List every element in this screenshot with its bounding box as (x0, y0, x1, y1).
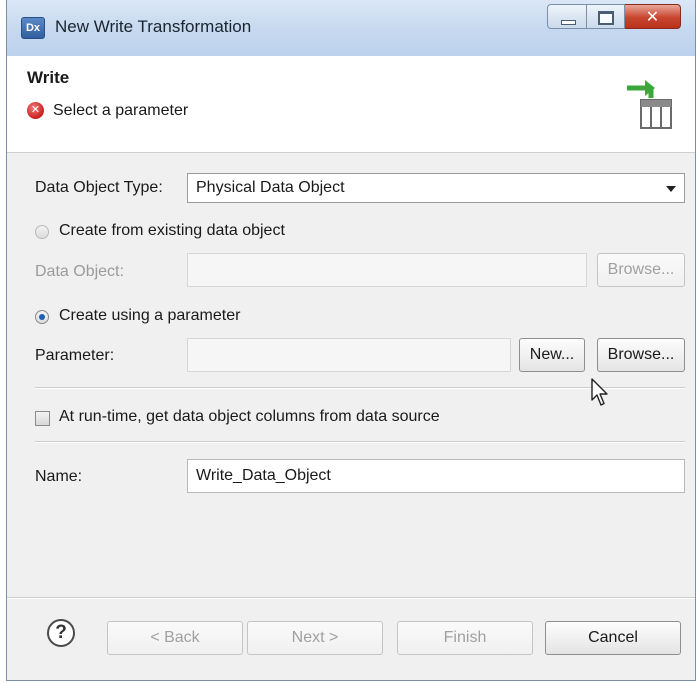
page-title: Write (27, 68, 70, 87)
name-field[interactable]: Write_Data_Object (187, 459, 685, 493)
data-object-browse-button[interactable]: Browse... (597, 253, 685, 287)
data-object-label: Data Object: (35, 263, 124, 280)
window-title: New Write Transformation (55, 17, 252, 36)
separator (35, 387, 685, 389)
minimize-button[interactable] (547, 4, 587, 29)
back-button[interactable]: < Back (107, 621, 243, 655)
maximize-button[interactable] (587, 4, 625, 29)
radio-parameter-label[interactable]: Create using a parameter (59, 307, 240, 325)
title-bar[interactable]: Dx New Write Transformation ✕ (7, 0, 695, 57)
dialog-window: Dx New Write Transformation ✕ Write ✕ Se… (6, 0, 696, 681)
write-target-icon (627, 80, 672, 129)
wizard-header: Write ✕ Select a parameter (7, 56, 695, 153)
new-parameter-button[interactable]: New... (519, 338, 585, 372)
error-icon: ✕ (27, 102, 44, 119)
name-label: Name: (35, 468, 83, 485)
data-object-type-select[interactable]: Physical Data Object (187, 173, 685, 203)
error-message: Select a parameter (53, 102, 189, 119)
radio-existing-data-object[interactable] (35, 225, 49, 239)
parameter-label: Parameter: (35, 347, 115, 364)
data-object-type-label: Data Object Type: (35, 179, 163, 196)
help-icon[interactable]: ? (47, 619, 75, 647)
runtime-columns-label[interactable]: At run-time, get data object columns fro… (59, 408, 440, 426)
mouse-cursor-icon (591, 378, 608, 406)
finish-button[interactable]: Finish (397, 621, 533, 655)
data-object-field[interactable] (187, 253, 587, 287)
close-icon: ✕ (645, 9, 660, 26)
window-controls: ✕ (547, 4, 681, 30)
close-button[interactable]: ✕ (625, 4, 681, 29)
cancel-button[interactable]: Cancel (545, 621, 681, 655)
radio-existing-label[interactable]: Create from existing data object (59, 222, 285, 240)
radio-create-parameter[interactable] (35, 310, 49, 324)
data-object-type-value: Physical Data Object (196, 179, 345, 196)
parameter-browse-button[interactable]: Browse... (597, 338, 685, 372)
runtime-columns-checkbox[interactable] (35, 411, 50, 426)
chevron-down-icon (666, 186, 676, 192)
app-icon: Dx (21, 17, 45, 39)
next-button[interactable]: Next > (247, 621, 383, 655)
footer-separator (7, 597, 695, 599)
separator (35, 441, 685, 443)
parameter-field[interactable] (187, 338, 511, 372)
